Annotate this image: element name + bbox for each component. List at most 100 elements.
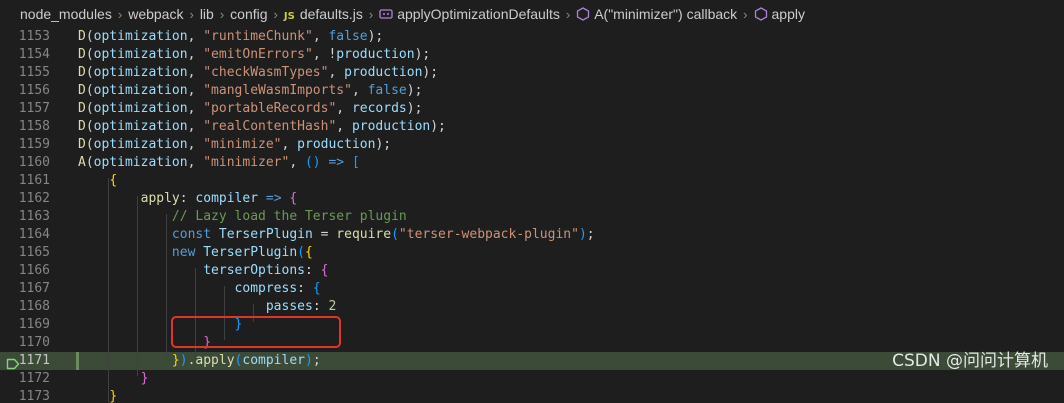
code-text: // Lazy load the Terser plugin — [78, 208, 407, 226]
indent-guide — [137, 196, 138, 376]
code-token: apply — [195, 353, 235, 368]
code-line[interactable]: 1160 A(optimization, "minimizer", () => [ — [0, 154, 1064, 172]
code-token: ( — [85, 119, 94, 134]
code-token: D — [78, 47, 86, 62]
code-line[interactable]: 1155 D(optimization, "checkWasmTypes", pr… — [0, 64, 1064, 82]
code-token: , — [187, 119, 204, 134]
code-token: , — [336, 119, 352, 134]
code-token: , — [187, 83, 204, 98]
code-token: D — [78, 101, 86, 116]
code-line[interactable]: 1161 { — [0, 172, 1064, 190]
code-token: compiler — [195, 191, 259, 206]
code-line[interactable]: 1153 D(optimization, "runtimeChunk", fals… — [0, 28, 1064, 46]
method-symbol-icon — [754, 7, 768, 21]
code-text: D(optimization, "emitOnErrors", !product… — [78, 46, 430, 64]
breadcrumb-item[interactable]: config — [230, 6, 267, 22]
code-line[interactable]: 1159 D(optimization, "minimize", producti… — [0, 136, 1064, 154]
code-token: : — [297, 281, 313, 296]
code-line[interactable]: 1172 } — [0, 370, 1064, 388]
code-token: production — [344, 65, 423, 80]
code-text: { — [78, 172, 117, 190]
code-line[interactable]: 1167 compress: { — [0, 280, 1064, 298]
breadcrumb-symbol[interactable]: applyOptimizationDefaults — [379, 6, 560, 22]
code-token: ) — [578, 227, 587, 242]
code-token: { — [289, 191, 298, 206]
code-token: production — [351, 119, 431, 134]
code-token: } — [140, 371, 149, 386]
code-line[interactable]: 1166 terserOptions: { — [0, 262, 1064, 280]
code-token: optimization — [93, 83, 188, 98]
code-token: optimization — [93, 137, 188, 152]
code-token: optimization — [93, 155, 188, 170]
code-token: false — [367, 83, 407, 98]
debug-paused-arrow-icon[interactable] — [6, 355, 20, 374]
code-line[interactable]: 1169 } — [0, 316, 1064, 334]
code-token: D — [78, 29, 86, 44]
code-text: }).apply(compiler); — [78, 352, 321, 370]
breadcrumb-item[interactable]: lib — [200, 6, 214, 22]
line-number: 1160 — [18, 155, 50, 170]
breadcrumb-file[interactable]: JS defaults.js — [284, 6, 363, 22]
breadcrumb-item[interactable]: webpack — [128, 6, 183, 22]
code-token: optimization — [93, 47, 188, 62]
code-text: D(optimization, "realContentHash", produ… — [78, 118, 446, 136]
code-token: { — [320, 263, 329, 278]
code-token: passes — [265, 299, 313, 314]
line-number: 1156 — [18, 83, 50, 98]
line-number: 1155 — [18, 65, 50, 80]
code-token: , — [281, 137, 298, 152]
code-line[interactable]: 1156 D(optimization, "mangleWasmImports",… — [0, 82, 1064, 100]
code-token: , — [187, 101, 204, 116]
js-file-icon: JS — [283, 11, 295, 22]
line-number: 1166 — [18, 263, 50, 278]
code-line[interactable]: 1165 new TerserPlugin({ — [0, 244, 1064, 262]
code-line[interactable]: 1173 } — [0, 388, 1064, 403]
line-number: 1164 — [18, 227, 50, 242]
code-line[interactable]: 1168 passes: 2 — [0, 298, 1064, 316]
code-token: optimization — [93, 101, 188, 116]
code-token: TerserPlugin — [218, 227, 313, 242]
code-token: : — [304, 263, 321, 278]
code-line[interactable]: 1158 D(optimization, "realContentHash", p… — [0, 118, 1064, 136]
code-token: "mangleWasmImports" — [203, 83, 352, 98]
breadcrumb-symbol[interactable]: A("minimizer") callback — [576, 6, 737, 22]
code-token: , — [336, 101, 352, 116]
line-number: 1167 — [18, 281, 50, 296]
code-token: D — [78, 119, 86, 134]
code-token: ); — [414, 47, 431, 62]
code-token: ); — [406, 83, 423, 98]
breadcrumb-item[interactable]: node_modules — [20, 6, 112, 22]
code-line[interactable]: 1164 const TerserPlugin = require("terse… — [0, 226, 1064, 244]
line-number: 1157 — [18, 101, 50, 116]
breadcrumb-symbol[interactable]: apply — [754, 6, 805, 22]
code-line[interactable]: 1162 apply: compiler => { — [0, 190, 1064, 208]
code-token: } — [171, 353, 180, 368]
code-token: require — [336, 227, 392, 242]
code-token: ); — [430, 119, 446, 134]
code-line[interactable]: 1163 // Lazy load the Terser plugin — [0, 208, 1064, 226]
code-token: , — [312, 29, 329, 44]
chevron-right-icon: › — [565, 6, 571, 22]
code-text: D(optimization, "portableRecords", recor… — [78, 100, 422, 118]
chevron-right-icon: › — [273, 6, 278, 22]
code-token: records — [351, 101, 407, 116]
code-line[interactable]: 1157 D(optimization, "portableRecords", r… — [0, 100, 1064, 118]
code-token: apply — [140, 191, 180, 206]
code-token: A — [78, 155, 86, 170]
code-token: { — [304, 245, 313, 260]
code-token: ; — [586, 227, 595, 242]
code-text: D(optimization, "mangleWasmImports", fal… — [78, 82, 422, 100]
code-token: , — [289, 155, 305, 170]
code-token: : — [312, 299, 329, 314]
code-line[interactable]: 1154 D(optimization, "emitOnErrors", !pro… — [0, 46, 1064, 64]
code-token: "portableRecords" — [203, 101, 337, 116]
code-token: optimization — [93, 29, 188, 44]
code-token: ( — [85, 83, 94, 98]
line-number: 1170 — [18, 335, 50, 350]
code-text: D(optimization, "runtimeChunk", false); — [78, 28, 383, 46]
code-token: , — [187, 155, 204, 170]
